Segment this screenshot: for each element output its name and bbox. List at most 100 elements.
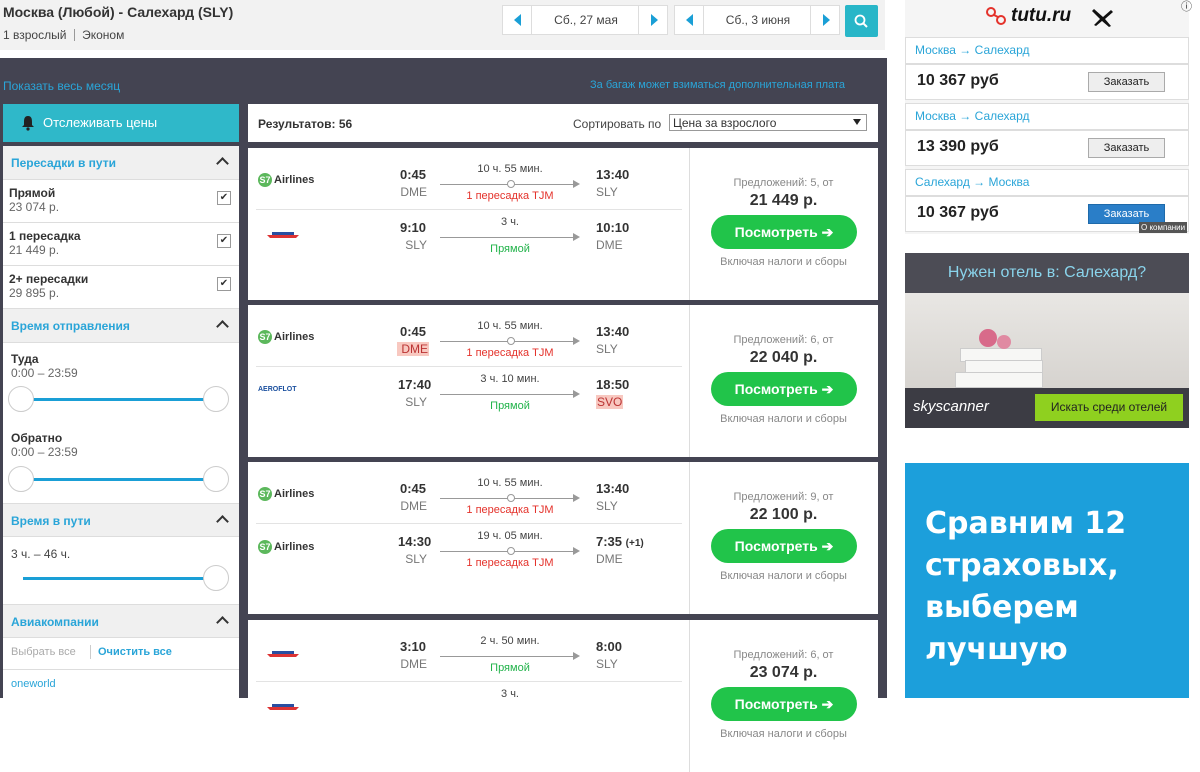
tutu-ad[interactable]: tutu.ru ⓘ Москва → Салехард 10 367 руб З…	[905, 0, 1192, 234]
search-button[interactable]	[845, 5, 878, 37]
tax-note: Включая налоги и сборы	[720, 728, 847, 740]
view-offer-button[interactable]: Посмотреть ➔	[711, 215, 857, 249]
depart-time-title: Время отправления	[11, 319, 130, 333]
cabin-label[interactable]: Эконом	[82, 28, 124, 42]
stops-text: 1 пересадка TJM	[466, 504, 554, 516]
tutu-logo: tutu.ru	[1011, 5, 1072, 26]
checkbox[interactable]: ✔	[217, 191, 231, 205]
arrive-airport: DME	[596, 552, 623, 566]
depart-airport: DME	[400, 499, 427, 513]
out-slider-max-handle[interactable]	[203, 386, 229, 412]
depart-time-header[interactable]: Время отправления	[3, 309, 239, 343]
travel-time-slider[interactable]	[23, 577, 217, 580]
flight-duration: 3 ч.	[501, 688, 519, 700]
date-back-field[interactable]: Сб., 3 июня	[704, 5, 812, 35]
back-slider-max-handle[interactable]	[203, 466, 229, 492]
checkbox[interactable]: ✔	[217, 277, 231, 291]
out-slider-min-handle[interactable]	[8, 386, 34, 412]
chevron-up-icon	[216, 616, 229, 629]
stops-option-one[interactable]: 1 пересадка 21 449 р. ✔	[3, 223, 239, 266]
flight-duration: 19 ч. 05 мин.	[477, 530, 543, 542]
arrive-airport: SVO	[596, 395, 624, 409]
arrive-time-value: 13:40	[596, 324, 630, 339]
depart-airport: SLY	[405, 238, 427, 252]
show-month-link[interactable]: Показать весь месяц	[3, 79, 120, 93]
insurance-ad[interactable]: Сравним 12 страховых, выберем лучшую	[905, 463, 1189, 698]
divider	[256, 681, 682, 682]
depart-time: 0:45	[399, 167, 426, 182]
tutu-route-3[interactable]: Салехард → Москва	[905, 169, 1189, 196]
tutu-route-2[interactable]: Москва → Салехард	[905, 103, 1189, 130]
back-slider-min-handle[interactable]	[8, 466, 34, 492]
tutu-order-button-1[interactable]: Заказать	[1088, 72, 1165, 92]
baggage-note-link[interactable]: За багаж может взиматься дополнительная …	[590, 79, 845, 91]
result-card[interactable]: S7 Airlines 0:45 DME 10 ч. 55 мин. 1 пересадк…	[248, 148, 878, 300]
result-card[interactable]: 3:10 DME 2 ч. 50 мин. Прямой 8:00 SLY 3 ч. Пред…	[248, 620, 878, 772]
results-toolbar: Результатов: 56 Сортировать по Цена за в…	[248, 104, 878, 142]
depart-time: 14:30	[398, 534, 432, 549]
checkbox[interactable]: ✔	[217, 234, 231, 248]
view-offer-button[interactable]: Посмотреть ➔	[711, 372, 857, 406]
results-count: Результатов: 56	[258, 117, 353, 131]
chevron-left-icon	[514, 14, 521, 26]
info-icon[interactable]: ⓘ	[1181, 0, 1192, 14]
arrive-time: 10:10	[596, 220, 629, 235]
tax-note: Включая налоги и сборы	[720, 256, 847, 268]
travel-slider-handle[interactable]	[203, 565, 229, 591]
date-out-field[interactable]: Сб., 27 мая	[532, 5, 640, 35]
depart-time: 0:45	[399, 481, 426, 496]
about-company-link[interactable]: О компании	[1139, 222, 1188, 233]
result-card[interactable]: S7 Airlines 0:45 DME 10 ч. 55 мин. 1 пересадк…	[248, 305, 878, 457]
stopover-dot	[507, 337, 515, 345]
view-offer-button[interactable]: Посмотреть ➔	[711, 687, 857, 721]
date-out-next-button[interactable]	[638, 5, 668, 35]
tutu-order-button-3[interactable]: Заказать	[1088, 204, 1165, 224]
stops-text: Прямой	[490, 243, 530, 255]
stops-text: Прямой	[490, 662, 530, 674]
route-line	[440, 233, 580, 241]
date-back-next-button[interactable]	[810, 5, 840, 35]
price: 22 100 р.	[749, 506, 818, 523]
track-prices-button[interactable]: Отслеживать цены	[3, 104, 239, 142]
stops-filter-header[interactable]: Пересадки в пути	[3, 146, 239, 180]
airline-logo-icon	[266, 702, 300, 714]
travel-time-header[interactable]: Время в пути	[3, 503, 239, 537]
sort-select[interactable]: Цена за взрослого	[669, 114, 867, 131]
airline-name: Airlines	[274, 173, 315, 186]
tutu-route-1[interactable]: Москва → Салехард	[905, 37, 1189, 64]
price: 21 449 р.	[749, 192, 818, 209]
depart-time: 17:40	[398, 377, 432, 392]
hotel-search-button[interactable]: Искать среди отелей	[1035, 394, 1183, 421]
select-all-link[interactable]: Выбрать все	[11, 646, 76, 658]
date-out-prev-button[interactable]	[502, 5, 532, 35]
offers-count: Предложений: 9, от	[733, 491, 834, 503]
clear-all-link[interactable]: Очистить все	[98, 646, 172, 658]
arrive-time: 13:40	[596, 167, 629, 182]
alliance-oneworld[interactable]: oneworld	[11, 678, 56, 690]
back-time-slider[interactable]	[17, 478, 217, 481]
route-line	[440, 652, 580, 660]
view-offer-button[interactable]: Посмотреть ➔	[711, 529, 857, 563]
hotel-ad-title: Нужен отель в: Салехард?	[905, 253, 1189, 293]
divider	[256, 523, 682, 524]
arrive-time-value: 13:40	[596, 167, 630, 182]
depart-airport: DME	[400, 657, 427, 671]
arrive-airport: SLY	[596, 657, 618, 671]
flight-duration: 10 ч. 55 мин.	[477, 163, 543, 175]
chevron-right-icon	[823, 14, 830, 26]
passengers-label[interactable]: 1 взрослый	[3, 28, 66, 42]
out-time-slider[interactable]	[17, 398, 217, 401]
depart-airport: DME	[400, 185, 427, 199]
hotel-ad[interactable]: Нужен отель в: Салехард? skyscanner Иска…	[905, 253, 1189, 428]
bell-icon	[22, 116, 34, 131]
tutu-order-button-2[interactable]: Заказать	[1088, 138, 1165, 158]
tutu-price-1: 10 367 руб	[917, 72, 999, 89]
airlines-header[interactable]: Авиакомпании	[3, 604, 239, 638]
arrive-time-value: 18:50	[596, 377, 630, 392]
hotel-photo	[905, 293, 1189, 388]
result-card[interactable]: S7 Airlines 0:45 DME 10 ч. 55 мин. 1 пересадк…	[248, 462, 878, 614]
stops-option-two-plus[interactable]: 2+ пересадки 29 895 р. ✔	[3, 266, 239, 309]
stops-option-direct[interactable]: Прямой 23 074 р. ✔	[3, 180, 239, 223]
divider	[3, 669, 239, 670]
date-back-prev-button[interactable]	[674, 5, 704, 35]
